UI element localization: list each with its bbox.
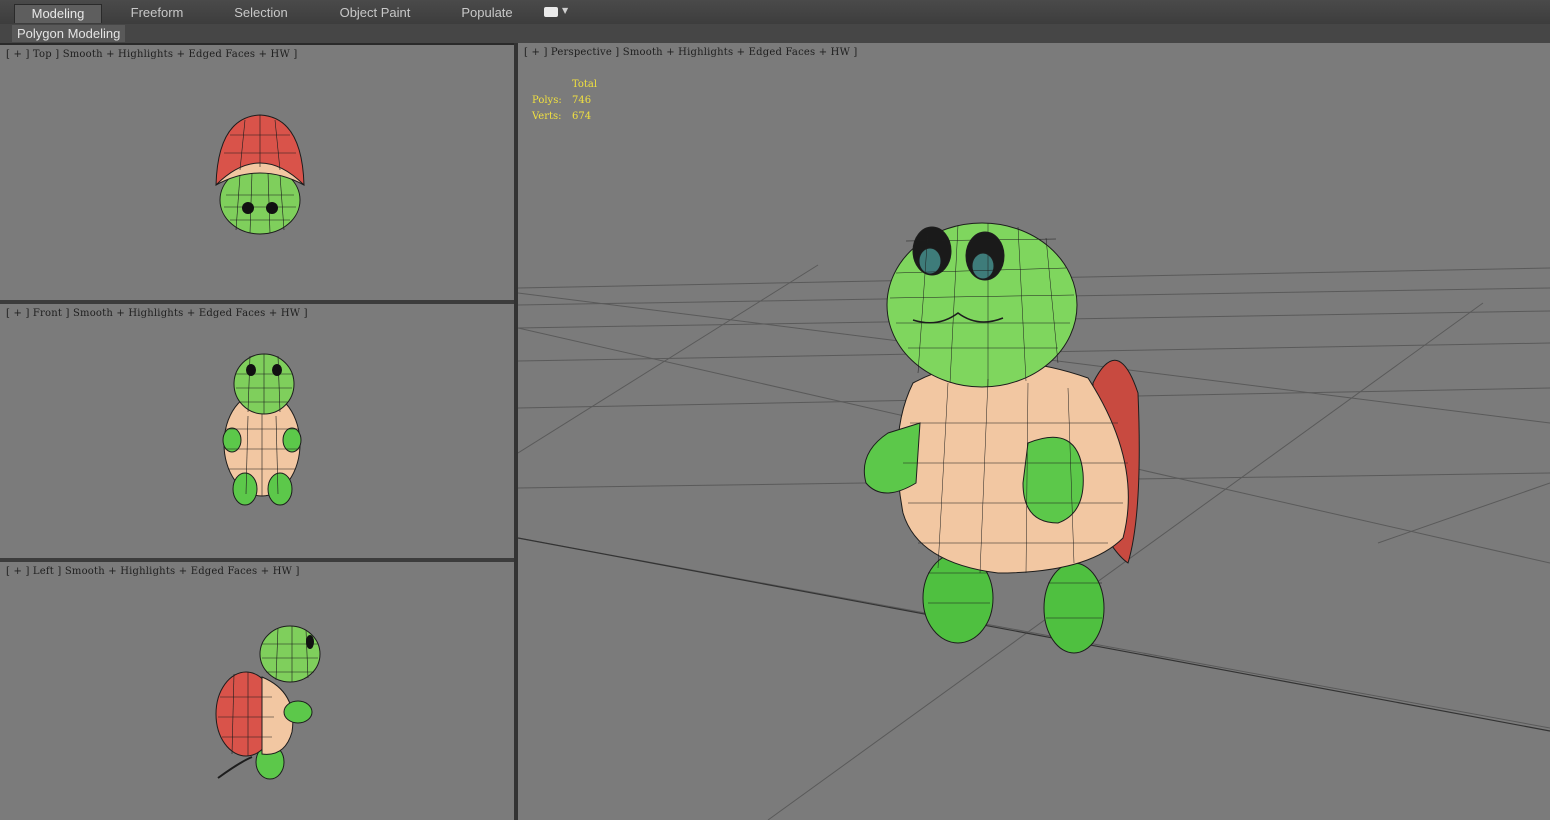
tab-object-paint[interactable]: Object Paint	[330, 4, 420, 22]
chevron-down-icon[interactable]: ▼	[562, 6, 568, 15]
ribbon-tab-bar: Modeling Freeform Selection Object Paint…	[0, 0, 1550, 25]
tab-populate[interactable]: Populate	[444, 4, 530, 22]
viewport-front[interactable]: [ + ] Front ] Smooth + Highlights + Edge…	[0, 304, 514, 558]
perspective-scene	[518, 222, 1550, 820]
turtle-front-view	[222, 353, 302, 506]
ribbon-options-icon[interactable]	[544, 7, 558, 17]
polygon-modeling-panel[interactable]: Polygon Modeling	[12, 25, 126, 42]
viewport-left[interactable]: [ + ] Left ] Smooth + Highlights + Edged…	[0, 562, 514, 820]
tab-freeform[interactable]: Freeform	[114, 4, 200, 22]
turtle-perspective	[863, 222, 1140, 654]
viewport-perspective[interactable]: [ + ] Perspective ] Smooth + Highlights …	[518, 43, 1550, 820]
tab-selection[interactable]: Selection	[218, 4, 304, 22]
tab-modeling[interactable]: Modeling	[14, 4, 102, 23]
viewport-top[interactable]: [ + ] Top ] Smooth + Highlights + Edged …	[0, 45, 514, 300]
turtle-top-view	[215, 114, 305, 235]
ribbon-panel: Polygon Modeling	[0, 24, 1550, 45]
turtle-left-view	[215, 625, 321, 780]
